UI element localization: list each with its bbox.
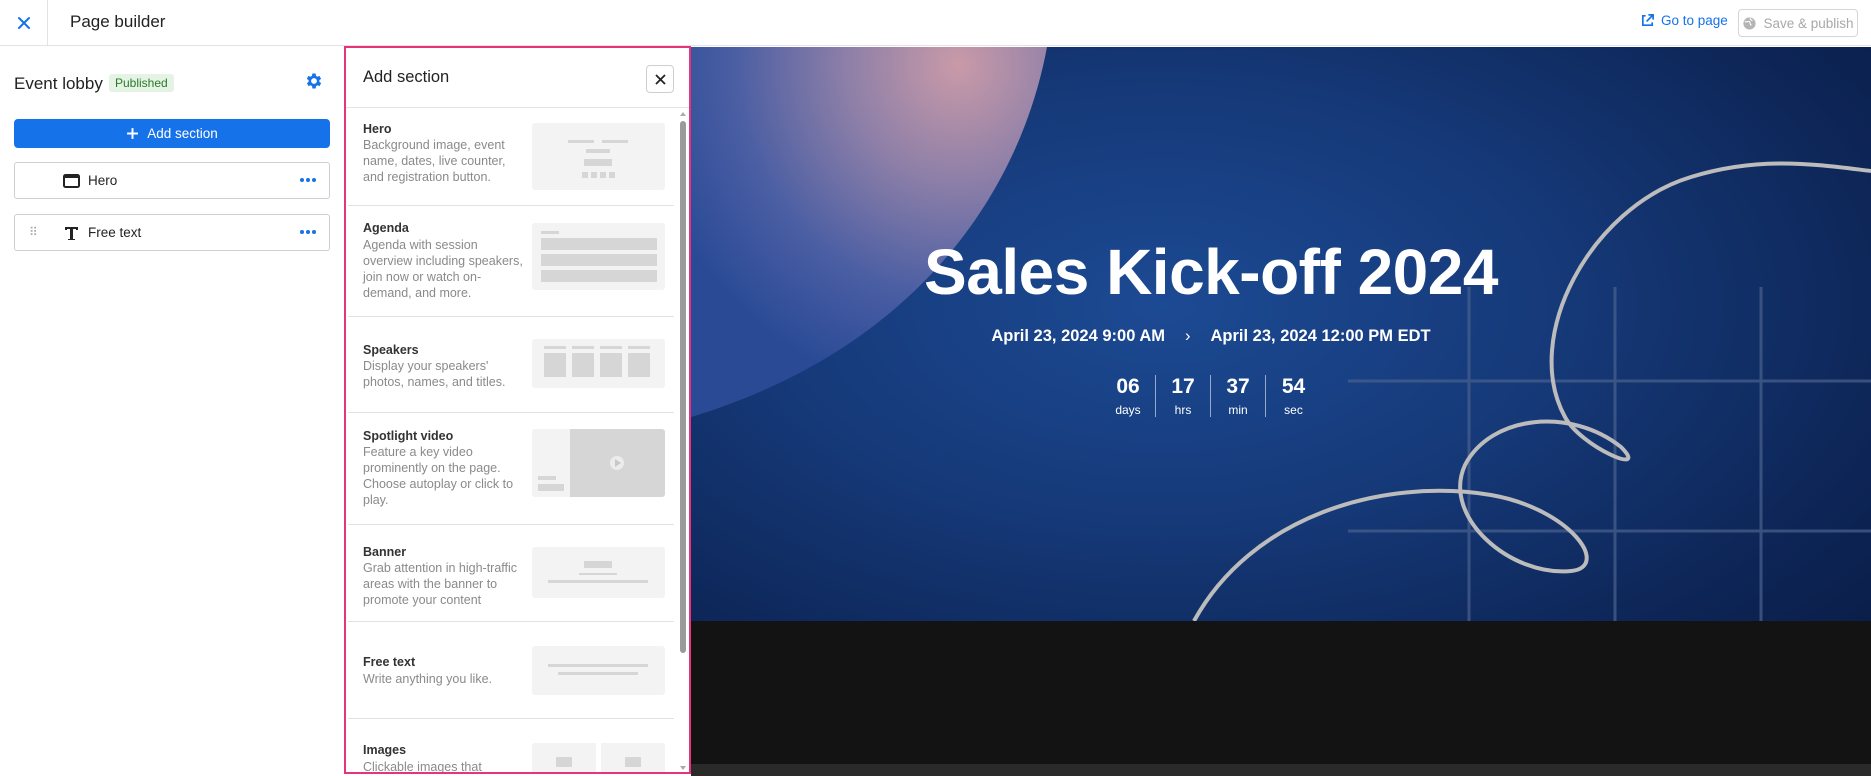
section-card-spotlight-video[interactable]: Spotlight video Feature a key video prom… bbox=[348, 413, 674, 525]
chevron-right-icon: › bbox=[1185, 327, 1191, 345]
speakers-thumbnail bbox=[532, 339, 665, 388]
card-description: Clickable images that bbox=[363, 760, 482, 774]
left-panel: Event lobby Published Add section Hero ⠿… bbox=[0, 47, 344, 776]
external-link-icon bbox=[1641, 14, 1654, 27]
drag-handle-icon[interactable]: ⠿ bbox=[29, 225, 38, 239]
page-title: Event lobby bbox=[14, 74, 103, 93]
section-item-free-text[interactable]: ⠿ Free text bbox=[14, 214, 330, 251]
top-bar: Page builder Go to page Save & publish bbox=[0, 0, 1871, 46]
scrollbar-thumb[interactable] bbox=[680, 121, 686, 653]
text-icon bbox=[62, 224, 80, 242]
save-publish-label: Save & publish bbox=[1763, 15, 1854, 31]
gear-icon[interactable] bbox=[304, 71, 324, 91]
card-name: Hero bbox=[363, 122, 392, 136]
go-to-page-label: Go to page bbox=[1661, 13, 1728, 28]
section-item-label: Hero bbox=[88, 173, 118, 188]
app-title: Page builder bbox=[70, 12, 166, 31]
panel-scrollbar[interactable] bbox=[677, 109, 689, 772]
start-date: April 23, 2024 9:00 AM bbox=[991, 327, 1166, 345]
more-options-icon[interactable] bbox=[297, 168, 319, 192]
end-date: April 23, 2024 12:00 PM EDT bbox=[1210, 327, 1431, 345]
scroll-down-arrow-icon[interactable] bbox=[680, 766, 686, 770]
card-description: Display your speakers' photos, names, an… bbox=[363, 359, 506, 389]
video-thumbnail bbox=[532, 429, 665, 497]
go-to-page-link[interactable]: Go to page bbox=[1640, 13, 1728, 28]
more-options-icon[interactable] bbox=[297, 220, 319, 244]
countdown-value: 06 bbox=[1116, 375, 1140, 398]
countdown-hours: 17 hrs bbox=[1156, 375, 1211, 417]
event-dates: April 23, 2024 9:00 AM › April 23, 2024 … bbox=[691, 327, 1731, 346]
card-name: Free text bbox=[363, 655, 416, 669]
card-name: Images bbox=[363, 743, 407, 757]
save-publish-button[interactable]: Save & publish bbox=[1738, 9, 1858, 37]
card-description: Grab attention in high-traffic areas wit… bbox=[363, 561, 518, 607]
countdown-seconds: 54 sec bbox=[1266, 375, 1321, 417]
section-item-label: Free text bbox=[88, 225, 142, 240]
section-card-speakers[interactable]: Speakers Display your speakers' photos, … bbox=[348, 317, 674, 413]
panel-header: Add section bbox=[346, 48, 689, 108]
card-name: Speakers bbox=[363, 343, 419, 357]
countdown-days: 06 days bbox=[1101, 375, 1156, 417]
close-icon bbox=[17, 17, 30, 29]
countdown-value: 17 bbox=[1171, 375, 1195, 398]
card-name: Agenda bbox=[363, 221, 409, 235]
add-section-panel: Add section Hero Background image, event… bbox=[344, 46, 691, 774]
countdown-unit: hrs bbox=[1174, 403, 1192, 417]
card-name: Banner bbox=[363, 545, 407, 559]
card-name: Spotlight video bbox=[363, 429, 454, 443]
countdown-unit: sec bbox=[1284, 403, 1303, 417]
card-description: Write anything you like. bbox=[363, 672, 492, 686]
window-icon bbox=[62, 172, 80, 190]
panel-title: Add section bbox=[363, 68, 450, 86]
free-text-thumbnail bbox=[532, 646, 665, 695]
hero-thumbnail bbox=[532, 123, 665, 190]
section-card-free-text[interactable]: Free text Write anything you like. bbox=[348, 622, 674, 719]
card-description: Feature a key video prominently on the p… bbox=[363, 445, 514, 507]
page-preview: Sales Kick-off 2024 April 23, 2024 9:00 … bbox=[691, 47, 1871, 776]
countdown-minutes: 37 min bbox=[1211, 375, 1266, 417]
add-section-label: Add section bbox=[147, 126, 218, 141]
section-type-list: Hero Background image, event name, dates… bbox=[346, 109, 676, 774]
status-badge: Published bbox=[109, 74, 174, 92]
countdown-timer: 06 days 17 hrs 37 min 54 sec bbox=[691, 375, 1731, 417]
section-card-hero[interactable]: Hero Background image, event name, dates… bbox=[348, 109, 674, 206]
card-description: Agenda with session overview including s… bbox=[363, 238, 523, 300]
banner-thumbnail bbox=[532, 547, 665, 598]
countdown-unit: min bbox=[1228, 403, 1248, 417]
section-card-banner[interactable]: Banner Grab attention in high-traffic ar… bbox=[348, 525, 674, 622]
add-section-button[interactable]: Add section bbox=[14, 119, 330, 148]
close-builder-button[interactable] bbox=[0, 0, 48, 46]
countdown-value: 37 bbox=[1226, 375, 1250, 398]
hero-section-preview: Sales Kick-off 2024 April 23, 2024 9:00 … bbox=[691, 47, 1871, 621]
agenda-thumbnail bbox=[532, 223, 665, 290]
event-title: Sales Kick-off 2024 bbox=[924, 236, 1498, 308]
section-card-images[interactable]: Images Clickable images that bbox=[348, 719, 674, 774]
scroll-up-arrow-icon[interactable] bbox=[680, 112, 686, 116]
card-description: Background image, event name, dates, liv… bbox=[363, 138, 506, 184]
globe-icon bbox=[1743, 16, 1757, 30]
preview-bottom-strip bbox=[691, 764, 1871, 776]
countdown-unit: days bbox=[1115, 403, 1141, 417]
images-thumbnail bbox=[532, 743, 665, 772]
countdown-value: 54 bbox=[1281, 375, 1306, 398]
section-card-agenda[interactable]: Agenda Agenda with session overview incl… bbox=[348, 206, 674, 317]
close-panel-button[interactable] bbox=[646, 65, 674, 93]
plus-icon bbox=[127, 128, 139, 139]
close-icon bbox=[654, 73, 666, 85]
section-item-hero[interactable]: Hero bbox=[14, 162, 330, 199]
